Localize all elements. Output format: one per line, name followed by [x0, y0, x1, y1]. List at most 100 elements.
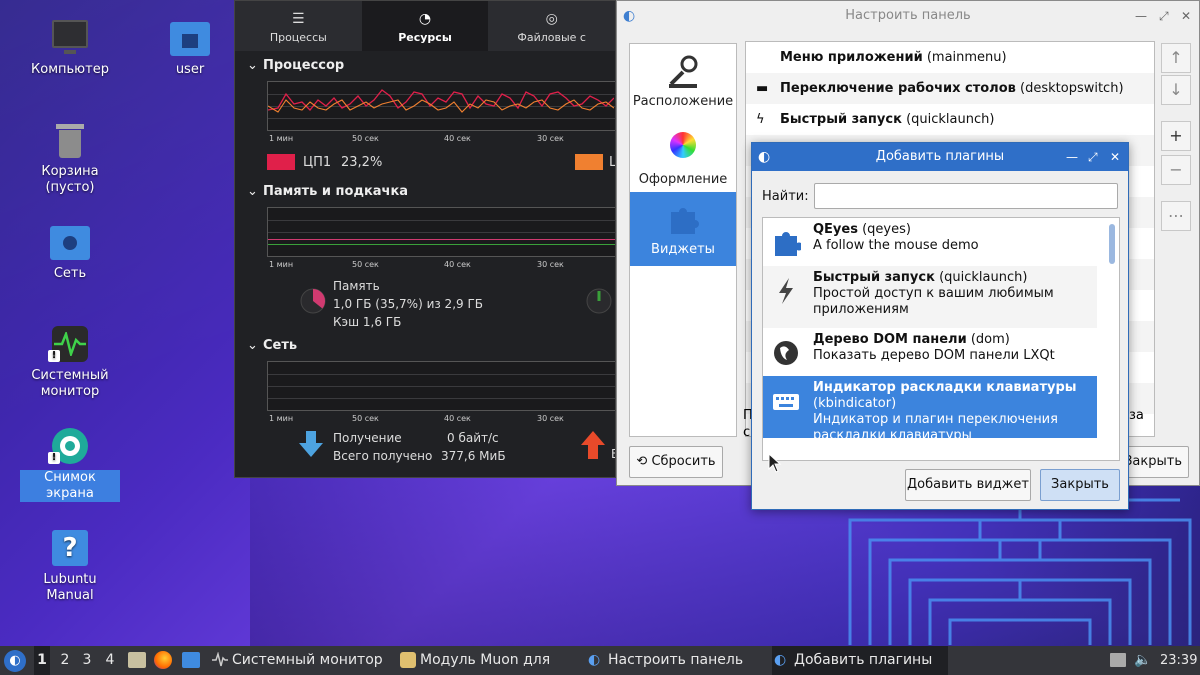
upload-arrow-icon	[581, 431, 605, 459]
chevron-down-icon: ⌄	[247, 58, 258, 73]
computer-icon	[50, 18, 90, 58]
cpu-graph-ticks: 1 мин 50 сек 40 сек 30 сек	[269, 134, 564, 143]
plugin-settings-button[interactable]: ⋯	[1161, 201, 1191, 231]
desktop-icon-label: Системный монитор	[31, 368, 109, 399]
section-network-header[interactable]: ⌄ Сеть	[235, 331, 615, 361]
desktop-icon-user[interactable]: user	[140, 18, 240, 78]
sidebar-item-widgets[interactable]: Виджеты	[630, 192, 736, 266]
remove-plugin-button[interactable]: −	[1161, 155, 1191, 185]
taskbar-window-muon[interactable]: Модуль Muon для уп...	[398, 646, 576, 675]
desktop-icon-trash[interactable]: Корзина (пусто)	[20, 120, 120, 196]
mouse-cursor-icon	[768, 453, 782, 473]
taskbar-window-system-monitor[interactable]: Системный монитор	[210, 646, 386, 675]
help-icon: ?	[50, 528, 90, 568]
find-input[interactable]	[814, 183, 1118, 209]
desktop-icon-label: Lubuntu Manual	[43, 572, 97, 603]
lightning-icon: ϟ	[756, 112, 765, 127]
desktop-icon-manual[interactable]: ? Lubuntu Manual	[20, 528, 120, 604]
wrench-icon	[665, 54, 701, 90]
system-monitor-icon	[212, 652, 228, 667]
desktop-icon-screenshot[interactable]: ! Снимок экрана	[20, 426, 120, 502]
update-notifier-icon[interactable]	[1110, 653, 1126, 667]
minimize-icon[interactable]: —	[1066, 143, 1078, 171]
section-cpu-header[interactable]: ⌄ Процессор	[235, 51, 615, 81]
window-titlebar[interactable]: ◐ Настроить панель — ⤢ ✕	[617, 1, 1199, 31]
move-up-button[interactable]: ↑	[1161, 43, 1191, 73]
start-menu-button[interactable]: ◐	[4, 650, 26, 672]
firefox-icon[interactable]	[154, 651, 172, 669]
add-widget-button[interactable]: Добавить виджет	[905, 469, 1031, 501]
desktop-icon-computer[interactable]: Компьютер	[20, 18, 120, 78]
gauge-icon: ◔	[418, 11, 432, 27]
desktop-icon-label: Компьютер	[31, 62, 109, 77]
memory-info: Память 1,0 ГБ (35,7%) из 2,9 ГБ Кэш 1,6 …	[235, 273, 615, 331]
package-icon	[400, 652, 416, 668]
clock[interactable]: 23:39	[1160, 646, 1197, 675]
show-desktop-icon[interactable]	[182, 652, 200, 668]
taskbar-window-configure-panel[interactable]: ◐ Настроить панель	[586, 646, 762, 675]
list-item[interactable]: ▬ Переключение рабочих столов (desktopswi…	[746, 73, 1154, 104]
close-button[interactable]: Закрыть	[1123, 446, 1189, 478]
list-item[interactable]: Меню приложений (mainmenu)	[746, 42, 1154, 73]
find-label: Найти:	[762, 189, 809, 204]
chevron-down-icon: ⌄	[247, 338, 258, 353]
reset-button[interactable]: ⟲ Сбросить	[629, 446, 723, 478]
desktop-icon-label: Сеть	[53, 266, 87, 281]
file-manager-icon[interactable]	[128, 652, 146, 668]
cpu2-color-swatch[interactable]	[575, 154, 603, 170]
network-info: Получение 0 байт/с Всего получено 377,6 …	[235, 427, 615, 471]
sysmon-tabs: ☰ Процессы ◔ Ресурсы ◎ Файловые с	[235, 1, 615, 51]
camera-shutter-icon: !	[48, 426, 90, 466]
disk-icon: ◎	[545, 11, 558, 27]
desktop-switch-icon: ▬	[756, 81, 769, 96]
network-graph-ticks: 1 мин 50 сек 40 сек 30 сек	[269, 414, 564, 423]
taskbar: ◐ 1 2 3 4 Системный монитор Модуль Muon …	[0, 646, 1200, 675]
taskbar-window-add-plugins[interactable]: ◐ Добавить плагины	[772, 646, 948, 675]
memory-graph	[267, 207, 615, 257]
maximize-icon[interactable]: ⤢	[1159, 1, 1169, 31]
desktop-switch-2[interactable]: 2	[58, 646, 72, 675]
dialog-titlebar[interactable]: ◐ Добавить плагины — ⤢ ✕	[752, 143, 1128, 171]
move-down-button[interactable]: ↓	[1161, 75, 1191, 105]
minimize-icon[interactable]: —	[1135, 1, 1147, 31]
close-icon[interactable]: ✕	[1110, 143, 1120, 171]
list-item[interactable]: Дерево DOM панели (dom) Показать дерево …	[763, 328, 1097, 376]
network-graph	[267, 361, 615, 411]
system-monitor-icon: !	[48, 324, 90, 364]
desktop-icon-label: Корзина (пусто)	[41, 164, 99, 195]
desktop-icon-system-monitor[interactable]: ! Системный монитор	[20, 324, 120, 400]
desktop-switch-4[interactable]: 4	[103, 646, 117, 675]
tab-processes[interactable]: ☰ Процессы	[235, 1, 362, 51]
home-folder-icon	[170, 18, 210, 58]
list-item[interactable]: ϟ Быстрый запуск (quicklaunch)	[746, 104, 1154, 135]
list-item[interactable]: QEyes (qeyes) A follow the mouse demo	[763, 218, 1097, 266]
lightning-icon	[779, 278, 793, 304]
lxqt-logo-icon: ◐	[9, 653, 21, 668]
cpu-graph-line	[268, 89, 614, 113]
cpu-graph	[267, 81, 615, 131]
lxqt-logo-icon: ◐	[774, 652, 787, 668]
list-scrollbar[interactable]	[1109, 224, 1115, 264]
list-item[interactable]: Быстрый запуск (quicklaunch) Простой дос…	[763, 266, 1097, 328]
desktop-switch-1[interactable]: 1	[34, 646, 50, 675]
puzzle-icon	[665, 202, 701, 238]
desktop-icon-network[interactable]: Сеть	[20, 222, 120, 282]
keyboard-icon	[773, 394, 799, 410]
sidebar-item-placement[interactable]: Расположение	[630, 44, 736, 118]
tab-filesystems[interactable]: ◎ Файловые с	[488, 1, 615, 51]
desktop-switch-3[interactable]: 3	[80, 646, 94, 675]
tab-resources[interactable]: ◔ Ресурсы	[361, 1, 489, 51]
add-plugin-button[interactable]: +	[1161, 121, 1191, 151]
volume-icon[interactable]: 🔈	[1134, 646, 1151, 675]
sidebar-item-appearance[interactable]: Оформление	[630, 118, 736, 192]
list-item-selected[interactable]: Индикатор раскладки клавиатуры (kbindica…	[763, 376, 1097, 443]
close-dialog-button[interactable]: Закрыть	[1040, 469, 1120, 501]
memory-pie-icon	[300, 288, 326, 314]
cpu1-color-swatch[interactable]	[267, 154, 295, 170]
system-monitor-window: ☰ Процессы ◔ Ресурсы ◎ Файловые с ⌄ Процессо…	[234, 0, 616, 478]
section-memory-header[interactable]: ⌄ Память и подкачка	[235, 177, 615, 207]
cpu-legend: ЦП1 23,2% L	[235, 147, 615, 177]
swap-pie-icon	[586, 288, 612, 314]
close-icon[interactable]: ✕	[1181, 1, 1191, 31]
maximize-icon[interactable]: ⤢	[1088, 143, 1098, 171]
